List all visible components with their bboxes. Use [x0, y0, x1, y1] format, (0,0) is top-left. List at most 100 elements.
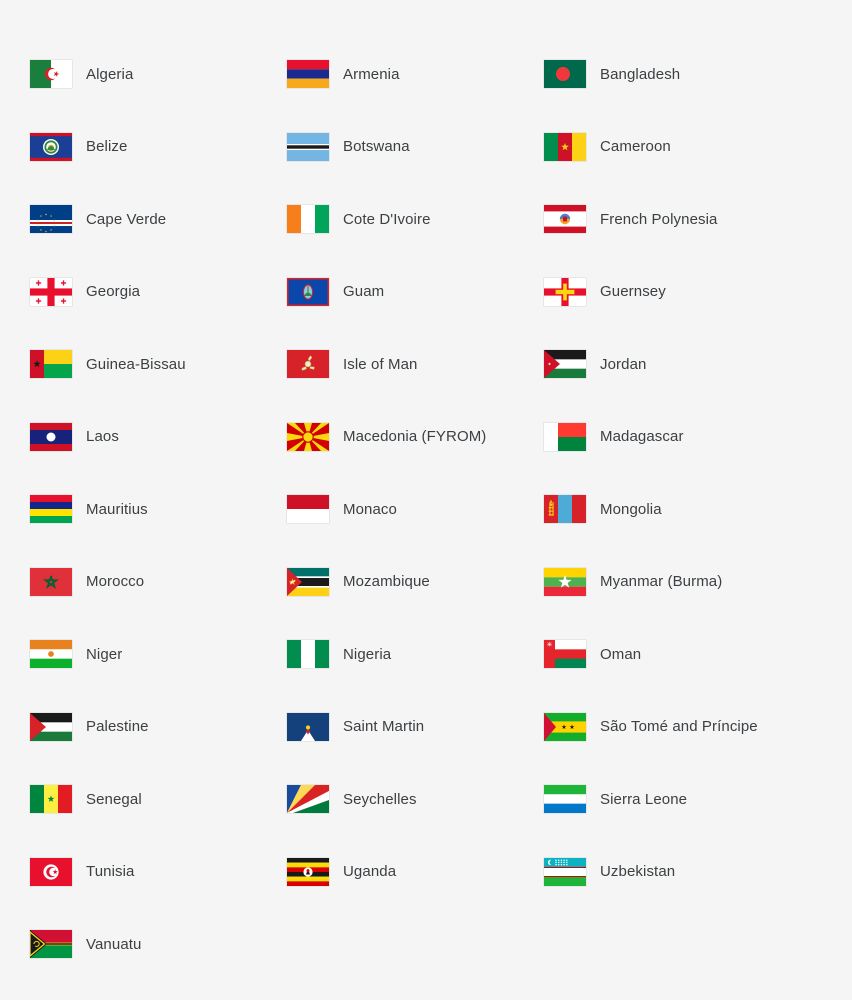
flag-list-item[interactable]: Uzbekistan — [544, 836, 834, 909]
morocco-flag-icon — [30, 567, 72, 596]
flag-label: Tunisia — [86, 863, 135, 881]
flag-list-item[interactable]: Jordan — [544, 328, 834, 401]
flag-label: Madagascar — [600, 428, 684, 446]
bangladesh-flag-icon — [544, 60, 586, 89]
flag-list-item[interactable]: São Tomé and Príncipe — [544, 691, 834, 764]
flag-label: Guinea-Bissau — [86, 355, 186, 373]
flag-label: Bangladesh — [600, 65, 681, 83]
flag-list-item[interactable]: Morocco — [30, 546, 287, 619]
flag-list-item[interactable]: Botswana — [287, 111, 544, 184]
algeria-flag-icon — [30, 60, 72, 89]
flag-list-item[interactable]: Cameroon — [544, 111, 834, 184]
belize-flag-icon — [30, 132, 72, 161]
flag-label: Vanuatu — [86, 935, 142, 953]
flag-list-item[interactable]: Armenia — [287, 38, 544, 111]
flag-list-item[interactable]: Cape Verde — [30, 183, 287, 256]
flag-list-item[interactable]: Monaco — [287, 473, 544, 546]
guinea-bissau-flag-icon — [30, 350, 72, 379]
laos-flag-icon — [30, 422, 72, 451]
nigeria-flag-icon — [287, 640, 329, 669]
flag-label: French Polynesia — [600, 210, 718, 228]
flag-list-item[interactable]: Myanmar (Burma) — [544, 546, 834, 619]
senegal-flag-icon — [30, 785, 72, 814]
isle-of-man-flag-icon — [287, 350, 329, 379]
flag-list-item[interactable]: Uganda — [287, 836, 544, 909]
french-polynesia-flag-icon — [544, 205, 586, 234]
flag-label: Macedonia (FYROM) — [343, 428, 487, 446]
flag-label: Georgia — [86, 283, 141, 301]
flag-label: Botswana — [343, 138, 410, 156]
mongolia-flag-icon — [544, 495, 586, 524]
flag-list-item[interactable]: Georgia — [30, 256, 287, 329]
flag-list-item[interactable]: Madagascar — [544, 401, 834, 474]
guam-flag-icon — [287, 277, 329, 306]
flag-grid: Algeria Armenia Bangladesh Belize Botswana Ca… — [0, 0, 852, 981]
macedonia-flag-icon — [287, 422, 329, 451]
oman-flag-icon — [544, 640, 586, 669]
flag-label: Guam — [343, 283, 385, 301]
flag-label: Armenia — [343, 65, 400, 83]
flag-list-item[interactable]: Belize — [30, 111, 287, 184]
armenia-flag-icon — [287, 60, 329, 89]
flag-label: Uganda — [343, 863, 397, 881]
flag-list-item[interactable]: Cote D'Ivoire — [287, 183, 544, 256]
myanmar-flag-icon — [544, 567, 586, 596]
flag-label: Saint Martin — [343, 718, 425, 736]
flag-list-item[interactable]: Sierra Leone — [544, 763, 834, 836]
flag-list-item[interactable]: Nigeria — [287, 618, 544, 691]
cote-divoire-flag-icon — [287, 205, 329, 234]
flag-list-item[interactable]: Saint Martin — [287, 691, 544, 764]
flag-list-item[interactable]: Oman — [544, 618, 834, 691]
flag-label: Laos — [86, 428, 119, 446]
cape-verde-flag-icon — [30, 205, 72, 234]
uganda-flag-icon — [287, 857, 329, 886]
flag-list-item[interactable]: Seychelles — [287, 763, 544, 836]
georgia-flag-icon — [30, 277, 72, 306]
flag-label: Cameroon — [600, 138, 671, 156]
flag-list-item[interactable]: Mauritius — [30, 473, 287, 546]
flag-list-item[interactable]: Guinea-Bissau — [30, 328, 287, 401]
monaco-flag-icon — [287, 495, 329, 524]
flag-list-item[interactable]: Guam — [287, 256, 544, 329]
flag-list-item[interactable]: Algeria — [30, 38, 287, 111]
flag-label: Seychelles — [343, 790, 417, 808]
madagascar-flag-icon — [544, 422, 586, 451]
flag-list-item[interactable]: Vanuatu — [30, 908, 287, 981]
flag-label: Palestine — [86, 718, 149, 736]
flag-label: Mauritius — [86, 500, 148, 518]
flag-label: Jordan — [600, 355, 647, 373]
flag-list-item[interactable]: Isle of Man — [287, 328, 544, 401]
flag-label: Mongolia — [600, 500, 662, 518]
flag-label: Cote D'Ivoire — [343, 210, 431, 228]
tunisia-flag-icon — [30, 857, 72, 886]
flag-label: Morocco — [86, 573, 145, 591]
sao-tome-and-principe-flag-icon — [544, 712, 586, 741]
flag-list-item[interactable]: Mozambique — [287, 546, 544, 619]
flag-label: Monaco — [343, 500, 397, 518]
flag-list-item[interactable]: Mongolia — [544, 473, 834, 546]
saint-martin-flag-icon — [287, 712, 329, 741]
flag-list-item[interactable]: Guernsey — [544, 256, 834, 329]
flag-label: Oman — [600, 645, 642, 663]
flag-list-item[interactable]: French Polynesia — [544, 183, 834, 256]
flag-list-item[interactable]: Niger — [30, 618, 287, 691]
flag-label: Cape Verde — [86, 210, 167, 228]
flag-label: Uzbekistan — [600, 863, 676, 881]
flag-list-item[interactable]: Palestine — [30, 691, 287, 764]
flag-label: Belize — [86, 138, 128, 156]
flag-label: Myanmar (Burma) — [600, 573, 723, 591]
flag-label: Isle of Man — [343, 355, 418, 373]
flag-list-item[interactable]: Tunisia — [30, 836, 287, 909]
flag-list-item[interactable]: Bangladesh — [544, 38, 834, 111]
flag-label: Nigeria — [343, 645, 392, 663]
vanuatu-flag-icon — [30, 930, 72, 959]
flag-list-item[interactable]: Senegal — [30, 763, 287, 836]
flag-list-item[interactable]: Macedonia (FYROM) — [287, 401, 544, 474]
guernsey-flag-icon — [544, 277, 586, 306]
mauritius-flag-icon — [30, 495, 72, 524]
flag-list-item[interactable]: Laos — [30, 401, 287, 474]
flag-label: Senegal — [86, 790, 142, 808]
flag-label: Guernsey — [600, 283, 666, 301]
flag-label: Niger — [86, 645, 123, 663]
niger-flag-icon — [30, 640, 72, 669]
